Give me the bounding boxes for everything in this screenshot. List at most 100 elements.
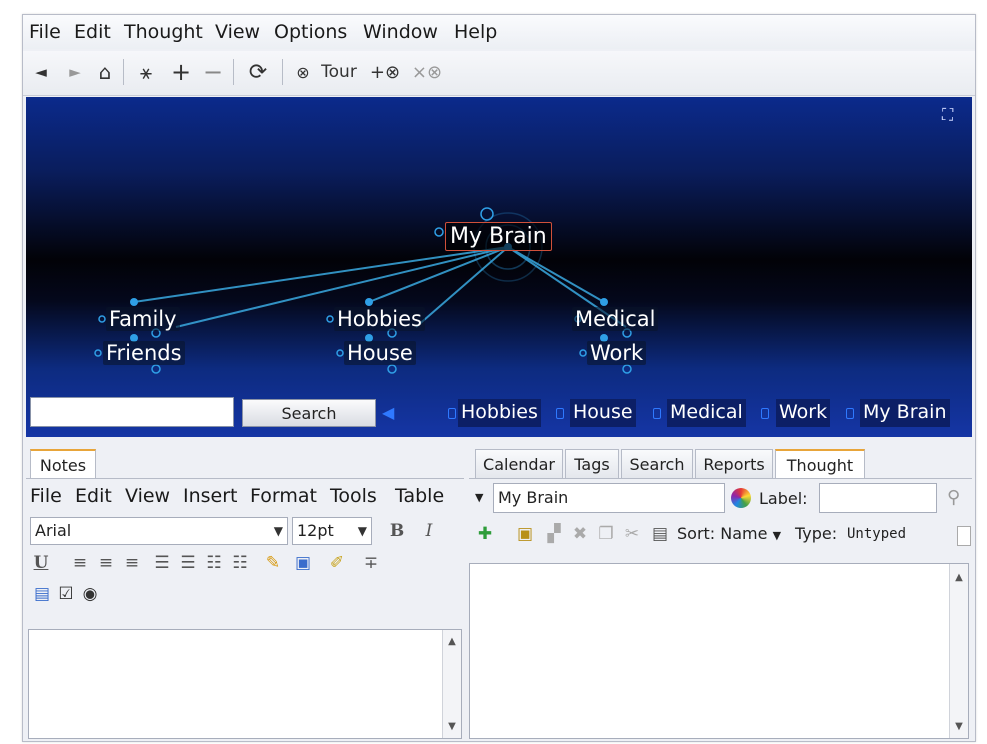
thought-work[interactable]: Work — [587, 341, 647, 365]
align-right-icon[interactable]: ≡ — [122, 550, 142, 576]
notes-menu-edit[interactable]: Edit — [75, 485, 112, 507]
menu-file[interactable]: File — [29, 21, 61, 43]
scroll-down-icon[interactable]: ▼ — [443, 721, 461, 732]
clear-format-icon[interactable]: ✐ — [326, 550, 348, 576]
fullscreen-icon[interactable]: ⛶ — [942, 105, 953, 125]
history-item-medical[interactable]: Medical — [667, 399, 746, 427]
brain-search-input[interactable] — [30, 397, 234, 427]
scroll-up-icon[interactable]: ▲ — [950, 572, 968, 583]
thought-house[interactable]: House — [344, 341, 416, 365]
indent-icon[interactable]: ☷ — [204, 550, 224, 576]
tab-thought[interactable]: Thought — [775, 449, 865, 479]
notes-pane: Notes File Edit View Insert Format Tools… — [26, 439, 464, 739]
tab-divider — [469, 478, 972, 479]
forward-icon[interactable]: ► — [65, 57, 85, 87]
thought-medical[interactable]: Medical — [572, 307, 659, 331]
menu-window[interactable]: Window — [363, 21, 438, 43]
toolbar-separator — [233, 59, 234, 85]
copy-icon[interactable]: ❐ — [595, 521, 617, 547]
home-icon[interactable]: ⌂ — [93, 57, 117, 87]
history-item-work[interactable]: Work — [776, 399, 831, 427]
menu-options[interactable]: Options — [274, 21, 347, 43]
strikethrough-icon[interactable]: ∓ — [360, 550, 382, 576]
history-dot — [556, 408, 564, 419]
tab-search[interactable]: Search — [621, 449, 693, 479]
add-link-icon[interactable]: ▣ — [513, 521, 537, 547]
thought-family[interactable]: Family — [106, 307, 180, 331]
bullet-list-icon[interactable]: ☰ — [152, 550, 172, 576]
speaker-icon[interactable]: ◀ — [382, 403, 394, 422]
link-icon[interactable]: ▞ — [543, 521, 565, 547]
tab-notes[interactable]: Notes — [30, 449, 96, 479]
layout-icon[interactable]: ⚹ — [131, 57, 161, 87]
font-family-select[interactable]: Arial ▼ — [30, 517, 288, 545]
checkbox-icon[interactable]: ☑ — [56, 581, 76, 607]
scroll-up-icon[interactable]: ▲ — [443, 636, 461, 647]
brain-search-button[interactable]: Search — [242, 399, 376, 427]
notes-menu-view[interactable]: View — [125, 485, 170, 507]
notes-menu-insert[interactable]: Insert — [183, 485, 238, 507]
history-dot — [448, 408, 456, 419]
chevron-down-icon: ▼ — [273, 524, 283, 538]
thebrain-window: File Edit Thought View Options Window He… — [22, 14, 976, 742]
thought-friends[interactable]: Friends — [103, 341, 185, 365]
sort-select[interactable]: Sort: Name ▼ — [677, 524, 781, 543]
brain-plex-view[interactable]: My Brain Family Friends Hobbies House Me… — [26, 97, 972, 437]
align-center-icon[interactable]: ≡ — [96, 550, 116, 576]
font-size-value: 12pt — [297, 521, 334, 540]
history-item-my-brain[interactable]: My Brain — [860, 399, 950, 427]
notes-editor[interactable]: ▲ ▼ — [28, 629, 462, 739]
history-item-house[interactable]: House — [570, 399, 636, 427]
thought-name-field[interactable]: My Brain — [493, 483, 725, 513]
history-item-hobbies[interactable]: Hobbies — [458, 399, 541, 427]
thought-hobbies[interactable]: Hobbies — [334, 307, 425, 331]
type-checkbox[interactable] — [957, 526, 971, 546]
zoom-in-icon[interactable]: + — [169, 57, 193, 87]
scroll-down-icon[interactable]: ▼ — [950, 721, 968, 732]
notes-menu-file[interactable]: File — [30, 485, 62, 507]
delete-icon[interactable]: ✖ — [569, 521, 591, 547]
tour-button[interactable]: Tour — [317, 57, 361, 87]
pin-icon[interactable]: ⚲ — [947, 487, 960, 508]
menu-thought[interactable]: Thought — [124, 21, 203, 43]
type-value[interactable]: Untyped — [847, 526, 906, 542]
tab-reports[interactable]: Reports — [695, 449, 773, 479]
tour-add-icon[interactable]: +⊗ — [365, 57, 405, 87]
menu-view[interactable]: View — [215, 21, 260, 43]
thought-label-input[interactable] — [819, 483, 937, 513]
menu-bar: File Edit Thought View Options Window He… — [23, 15, 975, 49]
menu-help[interactable]: Help — [454, 21, 497, 43]
font-size-select[interactable]: 12pt ▼ — [292, 517, 372, 545]
menu-edit[interactable]: Edit — [74, 21, 111, 43]
notes-scrollbar[interactable]: ▲ ▼ — [442, 630, 461, 738]
chevron-down-icon: ▼ — [772, 529, 782, 542]
radio-icon[interactable]: ◉ — [80, 581, 100, 607]
tour-remove-icon[interactable]: ×⊗ — [407, 57, 447, 87]
thought-active[interactable]: My Brain — [445, 222, 552, 251]
align-left-icon[interactable]: ≡ — [70, 550, 90, 576]
outdent-icon[interactable]: ☷ — [230, 550, 250, 576]
chevron-down-icon[interactable]: ▼ — [475, 491, 483, 504]
thought-properties-pane: Calendar Tags Search Reports Thought ▼ M… — [469, 439, 972, 739]
color-picker-icon[interactable] — [731, 488, 751, 508]
thought-list-scrollbar[interactable]: ▲ ▼ — [949, 564, 968, 738]
add-child-icon[interactable]: ✚ — [473, 521, 497, 547]
notes-menu-table[interactable]: Table — [395, 485, 444, 507]
back-icon[interactable]: ◄ — [31, 57, 51, 87]
text-color-icon[interactable]: ▣ — [292, 550, 314, 576]
cut-icon[interactable]: ✂ — [621, 521, 643, 547]
zoom-out-icon[interactable]: − — [201, 57, 225, 87]
notes-menu-format[interactable]: Format — [250, 485, 317, 507]
bold-button[interactable]: B — [386, 518, 408, 544]
insert-table-icon[interactable]: ▤ — [32, 581, 52, 607]
paste-icon[interactable]: ▤ — [649, 521, 671, 547]
notes-menu-tools[interactable]: Tools — [330, 485, 377, 507]
thought-list[interactable]: ▲ ▼ — [469, 563, 969, 739]
highlight-icon[interactable]: ✎ — [262, 550, 284, 576]
numbered-list-icon[interactable]: ☰ — [178, 550, 198, 576]
underline-button[interactable]: U — [32, 550, 50, 576]
tab-calendar[interactable]: Calendar — [475, 449, 563, 479]
tab-tags[interactable]: Tags — [565, 449, 619, 479]
italic-button[interactable]: I — [418, 518, 440, 544]
refresh-icon[interactable]: ⟳ — [243, 57, 273, 87]
